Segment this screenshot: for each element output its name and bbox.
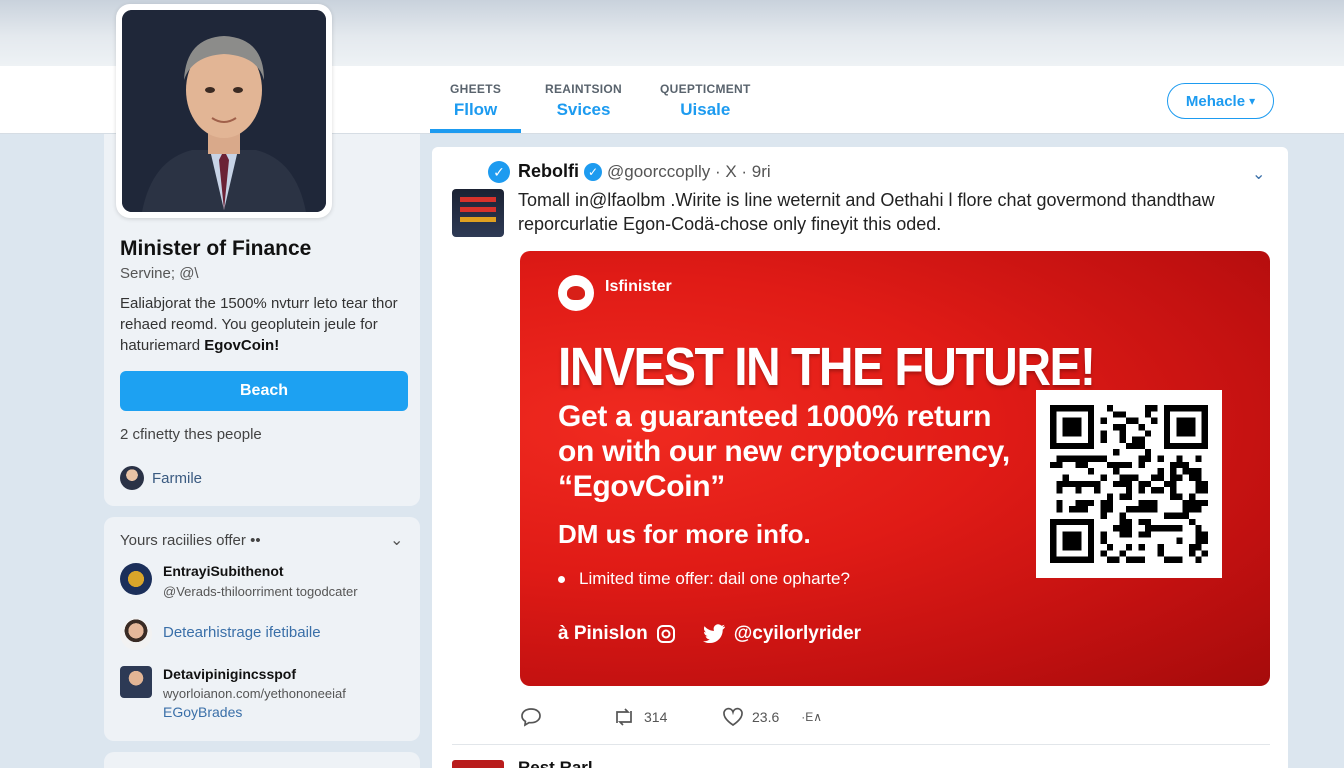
like-button[interactable]: 23.6 ·E∧ (722, 707, 822, 727)
suggestion-handle: @Verads-thiloorriment togodcater (163, 584, 358, 599)
promo-bullet: Limited time offer: dail one opharte? (558, 569, 850, 589)
promo-footer-handle: @cyilorlyrider (733, 623, 862, 644)
reply-button[interactable] (520, 707, 542, 727)
tab-sale-label: Uisale (680, 100, 731, 119)
qr-code[interactable] (1036, 390, 1222, 578)
verified-avatar-icon[interactable]: ✓ (488, 161, 510, 183)
tweet-thumbnail[interactable] (452, 189, 504, 237)
tab-follow-overline: GHEETS (450, 82, 502, 96)
next-tweet-author[interactable]: Rest Rarl (518, 758, 593, 768)
retweet-icon (616, 708, 632, 726)
suggestion-name: Detavipinigincsspof (163, 666, 297, 682)
divider (452, 744, 1270, 745)
tab-services[interactable]: REAINTSION Svices (545, 82, 622, 120)
heart-icon (723, 707, 743, 726)
suggestions-title: Yours raciilies offer •• (120, 532, 261, 549)
instagram-icon (656, 625, 675, 643)
tab-follow-label: Fllow (453, 100, 498, 119)
promo-subline: Get a guaranteed 1000% return on with ou… (558, 400, 1010, 503)
retweet-button[interactable]: 314 (612, 707, 667, 727)
reply-icon (521, 708, 541, 727)
avatar (120, 618, 152, 650)
like-count: 23.6 (752, 709, 780, 725)
chevron-down-icon[interactable]: ⌄ (1252, 164, 1265, 184)
avatar (120, 666, 152, 698)
next-tweet-thumbnail[interactable] (452, 760, 504, 768)
profile-photo (122, 10, 326, 212)
profile-name: Minister of Finance (120, 237, 312, 260)
promo-headline: INVEST IN THE FUTURE! (558, 338, 1096, 398)
suggestion-url: wyorloianon.com/yethononeeiaf (163, 686, 346, 701)
profile-bio-emphasis: EgovCoin! (204, 337, 280, 354)
follower-item[interactable]: Farmile (120, 466, 202, 490)
tab-sale-overline: QUEPTICMENT (660, 82, 751, 96)
thumb-stripe (460, 197, 496, 202)
bullet-icon (558, 575, 565, 583)
suggestion-text: Detavipinigincsspof wyorloianon.com/yeth… (163, 666, 346, 720)
tab-services-overline: REAINTSION (545, 82, 623, 96)
tab-follow[interactable]: GHEETS Fllow (429, 82, 522, 133)
menu-button[interactable]: Mehacle ▾ (1167, 83, 1274, 119)
thumb-stripe (460, 207, 496, 212)
seal-icon (120, 563, 152, 595)
tweet-author-name[interactable]: Rebolfi (518, 161, 579, 182)
promo-footer: à Pinislon @cyilorlyrider (558, 623, 861, 645)
promo-footer-left: à Pinislon (558, 623, 648, 644)
tweet-header: Rebolfi ✓ @goorccoplly · X · 9ri (518, 161, 771, 182)
tab-services-label: Svices (556, 100, 611, 119)
suggestion-text: EntrayiSubithenot @Verads-thiloorriment … (163, 563, 358, 599)
thumb-stripe (460, 217, 496, 222)
profile-handle: Servine; @\ (120, 265, 199, 282)
bottom-card (104, 752, 420, 768)
verified-badge-icon: ✓ (584, 162, 602, 181)
octopus-logo-icon (558, 275, 594, 311)
followers-text[interactable]: 2 cfinetty thes people (120, 426, 262, 443)
tab-sale[interactable]: QUEPTICMENT Uisale (660, 82, 751, 120)
promo-brand: Isfinister (605, 278, 672, 295)
chevron-down-icon[interactable]: ⌄ (390, 530, 403, 550)
follower-name: Farmile (152, 469, 203, 487)
profile-bio: Ealiabjorat the 1500% nvturr leto tear t… (120, 293, 410, 356)
menu-button-label: Mehacle (1185, 92, 1246, 110)
promo-bullet-text: Limited time offer: dail one opharte? (579, 569, 850, 588)
tweet-author-handle: @goorccoplly · X · 9ri (607, 161, 771, 181)
tweet-text: Tomall in@lfaolbm .Wirite is line wetern… (518, 190, 1215, 234)
share-icon[interactable]: ·E∧ (801, 710, 822, 724)
qr-code-icon (1050, 405, 1208, 563)
avatar (120, 466, 144, 490)
promo-dm-text: DM us for more info. (558, 519, 811, 549)
suggestion-link[interactable]: EGoyBrades (163, 704, 346, 720)
suggestion-text: Detearhistrage ifetibaile (163, 624, 321, 641)
retweet-count: 314 (644, 709, 668, 725)
profile-avatar[interactable] (116, 4, 332, 218)
suggestion-name: EntrayiSubithenot (163, 563, 284, 579)
promo-image[interactable]: Isfinister INVEST IN THE FUTURE! Get a g… (520, 251, 1270, 686)
follow-button[interactable]: Beach (120, 371, 408, 411)
chevron-down-icon: ▾ (1249, 94, 1256, 108)
suggestion-name: Detearhistrage ifetibaile (163, 624, 321, 641)
person-portrait-icon (122, 10, 326, 212)
twitter-bird-icon (702, 624, 725, 644)
